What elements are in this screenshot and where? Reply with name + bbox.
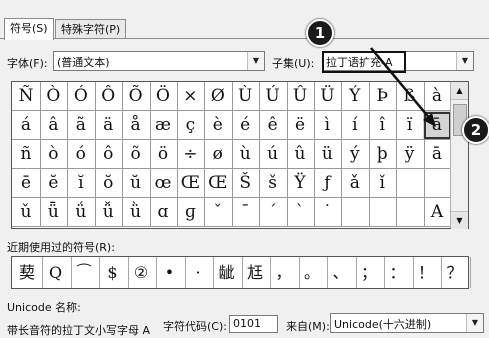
callout-arrow xyxy=(370,47,436,127)
tab-symbols-label: 符号(S) xyxy=(10,22,48,35)
arrow-line xyxy=(370,47,432,121)
callout-badge-2: 2 xyxy=(462,116,489,144)
tab-symbols[interactable]: 符号(S) xyxy=(4,18,54,40)
callout-badge-1: 1 xyxy=(306,19,334,47)
arrowhead-icon xyxy=(423,113,436,127)
